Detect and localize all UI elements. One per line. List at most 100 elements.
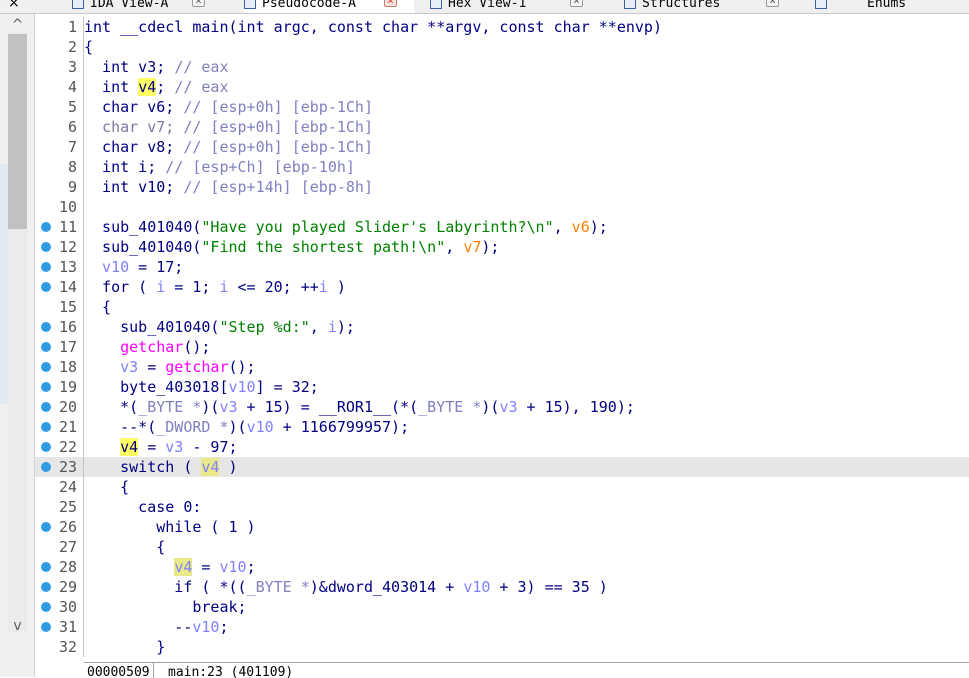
code-line[interactable]: 19 byte_403018[v10] = 32; (35, 377, 969, 397)
code-text[interactable]: switch ( v4 ) (84, 457, 238, 477)
tab-close-icon[interactable]: × (192, 0, 205, 7)
code-line[interactable]: 29 if ( *((_BYTE *)&dword_403014 + v10 +… (35, 577, 969, 597)
code-text[interactable]: getchar(); (84, 337, 210, 357)
code-line[interactable]: 22 v4 = v3 - 97; (35, 437, 969, 457)
breakpoint-dot-icon[interactable] (41, 462, 51, 472)
code-line[interactable]: 31 --v10; (35, 617, 969, 637)
breakpoint-dot-icon[interactable] (41, 242, 51, 252)
code-text[interactable]: int i; // [esp+Ch] [ebp-10h] (84, 157, 355, 177)
code-text[interactable]: for ( i = 1; i <= 20; ++i ) (84, 277, 346, 297)
breakpoint-dot-icon[interactable] (41, 442, 51, 452)
tab-structures[interactable]: Structures × (624, 0, 779, 13)
code-line[interactable]: 16 sub_401040("Step %d:", i); (35, 317, 969, 337)
code-line[interactable]: 6 char v7; // [esp+0h] [ebp-1Ch] (35, 117, 969, 137)
code-line[interactable]: 10 (35, 197, 969, 217)
code-line[interactable]: 12 sub_401040("Find the shortest path!\n… (35, 237, 969, 257)
breakpoint-dot-icon[interactable] (41, 342, 51, 352)
tab-hex-view-1[interactable]: Hex View-1 × (430, 0, 583, 13)
code-line[interactable]: 11 sub_401040("Have you played Slider's … (35, 217, 969, 237)
code-line[interactable]: 24 { (35, 477, 969, 497)
code-line[interactable]: 25 case 0: (35, 497, 969, 517)
code-text[interactable]: break; (84, 597, 246, 617)
code-text[interactable]: char v6; // [esp+0h] [ebp-1Ch] (84, 97, 373, 117)
tab-enums[interactable]: Enums (815, 0, 906, 13)
vertical-scrollbar[interactable]: ^ v (0, 14, 35, 677)
code-line[interactable]: 15 { (35, 297, 969, 317)
code-line[interactable]: 17 getchar(); (35, 337, 969, 357)
breakpoint-dot-icon[interactable] (41, 402, 51, 412)
close-window-icon[interactable]: × (8, 0, 20, 11)
code-line[interactable]: 1 int __cdecl main(int argc, const char *… (35, 17, 969, 37)
code-line[interactable]: 21 --*(_DWORD *)(v10 + 1166799957); (35, 417, 969, 437)
breakpoint-dot-icon[interactable] (41, 362, 51, 372)
breakpoint-dot-icon[interactable] (41, 382, 51, 392)
code-line[interactable]: 14 for ( i = 1; i <= 20; ++i ) (35, 277, 969, 297)
code-line[interactable]: 28 v4 = v10; (35, 557, 969, 577)
code-line[interactable]: 32 } (35, 637, 969, 657)
tab-close-icon[interactable]: × (384, 0, 397, 7)
code-text[interactable]: char v8; // [esp+0h] [ebp-1Ch] (84, 137, 373, 157)
breakpoint-dot-icon[interactable] (41, 522, 51, 532)
code-text[interactable]: int v4; // eax (84, 77, 229, 97)
code-line[interactable]: 4 int v4; // eax (35, 77, 969, 97)
code-text[interactable]: char v7; // [esp+0h] [ebp-1Ch] (84, 117, 373, 137)
code-text[interactable]: sub_401040("Step %d:", i); (84, 317, 355, 337)
code-text[interactable]: int __cdecl main(int argc, const char **… (84, 17, 662, 37)
line-number: 22 (58, 438, 77, 456)
breakpoint-dot-icon[interactable] (41, 282, 51, 292)
code-line[interactable]: 20 *(_BYTE *)(v3 + 15) = __ROR1__(*(_BYT… (35, 397, 969, 417)
code-text[interactable]: } (84, 637, 165, 657)
tab-ida-view-a[interactable]: IDA View-A × (72, 0, 205, 13)
code-text[interactable]: while ( 1 ) (84, 517, 255, 537)
code-text[interactable]: --v10; (84, 617, 228, 637)
code-line[interactable]: 27 { (35, 537, 969, 557)
code-text[interactable]: sub_401040("Find the shortest path!\n", … (84, 237, 499, 257)
code-text[interactable]: v4 = v3 - 97; (84, 437, 238, 457)
breakpoint-dot-icon[interactable] (41, 622, 51, 632)
breakpoint-dot-icon[interactable] (41, 562, 51, 572)
tab-close-icon[interactable]: × (570, 0, 583, 7)
code-line[interactable]: 9 int v10; // [esp+14h] [ebp-8h] (35, 177, 969, 197)
code-token: _BYTE * (138, 398, 202, 416)
code-text[interactable]: --*(_DWORD *)(v10 + 1166799957); (84, 417, 409, 437)
tab-pseudocode-a[interactable]: Pseudocode-A × (244, 0, 414, 13)
code-line[interactable]: 2{ (35, 37, 969, 57)
code-line[interactable]: 30 break; (35, 597, 969, 617)
line-number: 4 (67, 78, 77, 96)
code-token: i (327, 318, 337, 336)
breakpoint-dot-icon[interactable] (41, 262, 51, 272)
code-line[interactable]: 26 while ( 1 ) (35, 517, 969, 537)
code-text[interactable]: byte_403018[v10] = 32; (84, 377, 319, 397)
code-text[interactable]: { (84, 477, 129, 497)
code-text[interactable]: sub_401040("Have you played Slider's Lab… (84, 217, 608, 237)
code-line[interactable]: 8 int i; // [esp+Ch] [ebp-10h] (35, 157, 969, 177)
scroll-thumb[interactable] (8, 34, 27, 229)
scroll-down-icon[interactable]: v (8, 617, 27, 635)
code-text[interactable]: { (84, 297, 111, 317)
code-text[interactable]: v4 = v10; (84, 557, 256, 577)
code-text[interactable]: case 0: (84, 497, 201, 517)
code-line[interactable]: 3 int v3; // eax (35, 57, 969, 77)
code-text[interactable]: *(_BYTE *)(v3 + 15) = __ROR1__(*(_BYTE *… (84, 397, 635, 417)
code-text[interactable]: { (84, 37, 93, 57)
code-line[interactable]: 18 v3 = getchar(); (35, 357, 969, 377)
code-line[interactable]: 23 switch ( v4 ) (35, 457, 969, 477)
breakpoint-dot-icon[interactable] (41, 422, 51, 432)
code-text[interactable]: v3 = getchar(); (84, 357, 255, 377)
pseudocode-view[interactable]: 1 int __cdecl main(int argc, const char *… (35, 17, 969, 662)
code-text[interactable]: { (84, 537, 165, 557)
code-line[interactable]: 7 char v8; // [esp+0h] [ebp-1Ch] (35, 137, 969, 157)
code-line[interactable]: 5 char v6; // [esp+0h] [ebp-1Ch] (35, 97, 969, 117)
breakpoint-dot-icon[interactable] (41, 602, 51, 612)
code-text[interactable]: int v3; // eax (84, 57, 228, 77)
breakpoint-dot-icon[interactable] (41, 322, 51, 332)
code-token: i (219, 278, 229, 296)
code-text[interactable]: v10 = 17; (84, 257, 183, 277)
breakpoint-dot-icon[interactable] (41, 582, 51, 592)
code-text[interactable]: int v10; // [esp+14h] [ebp-8h] (84, 177, 373, 197)
tab-close-icon[interactable]: × (766, 0, 779, 7)
breakpoint-dot-icon[interactable] (41, 222, 51, 232)
code-line[interactable]: 13 v10 = 17; (35, 257, 969, 277)
code-text[interactable]: if ( *((_BYTE *)&dword_403014 + v10 + 3)… (84, 577, 608, 597)
code-token: v7 (463, 238, 482, 256)
